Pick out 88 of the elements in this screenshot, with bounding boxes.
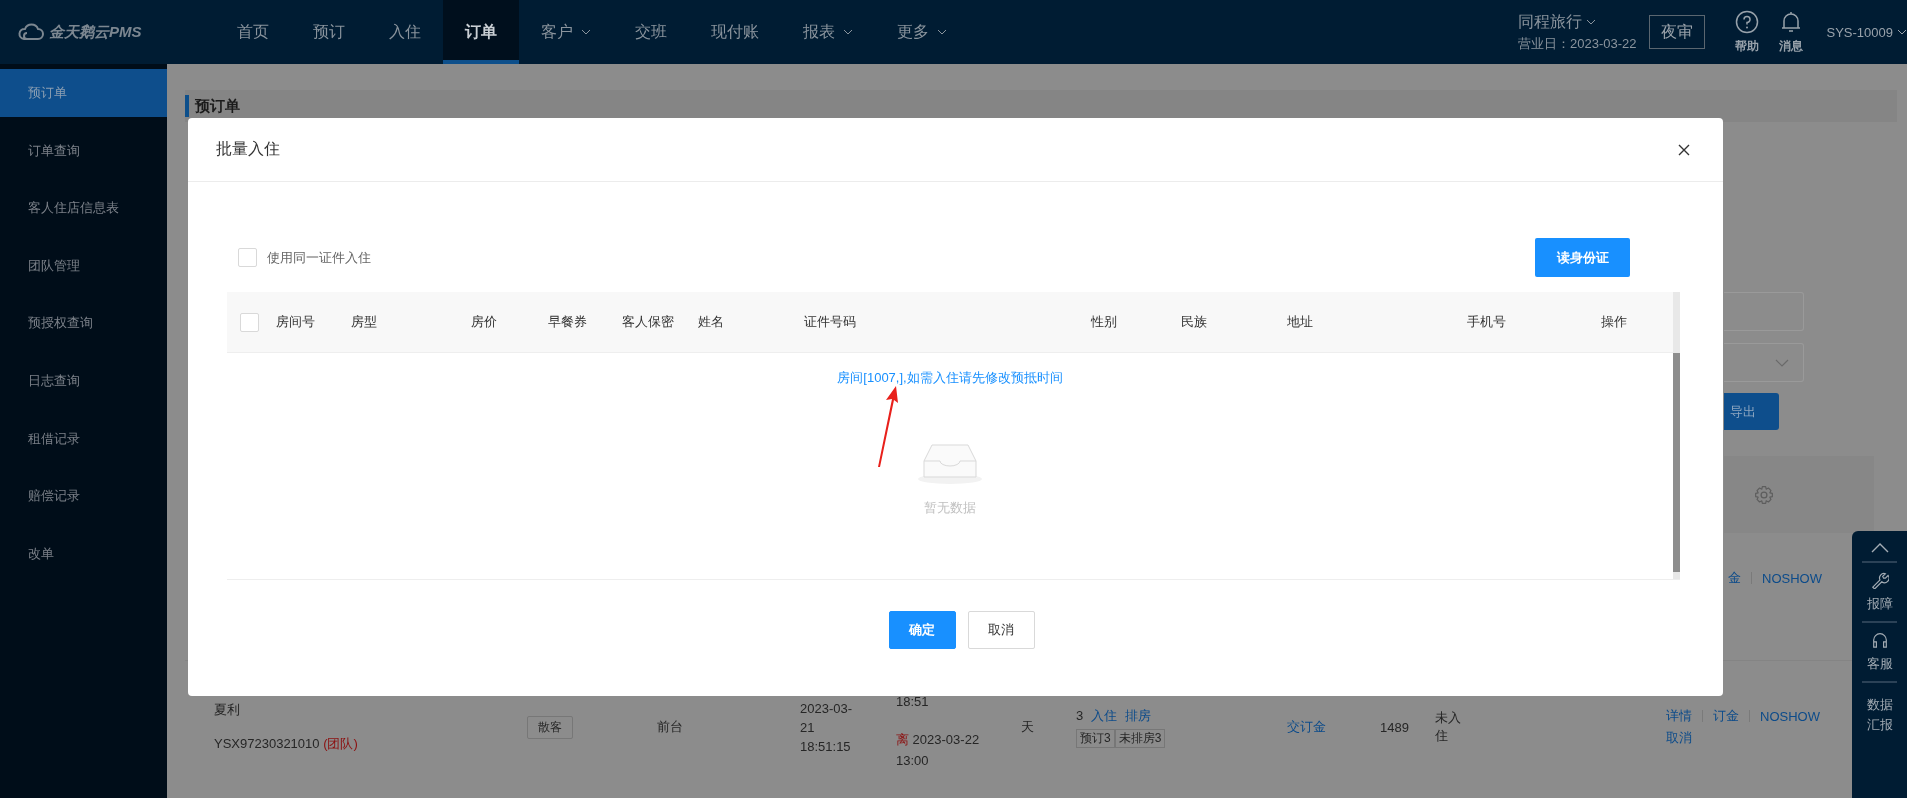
hotel-dropdown[interactable]: 同程旅行 — [1518, 11, 1596, 33]
sidebar-item[interactable]: 客人住店信息表 — [0, 184, 167, 233]
sidebar-item[interactable]: 改单 — [0, 529, 167, 578]
warning-message: 房间[1007,],如需入住请先修改预抵时间 — [837, 369, 1063, 387]
row-action-link[interactable]: 金 — [1728, 569, 1741, 587]
select-all-checkbox[interactable] — [240, 312, 259, 332]
guest-name: 夏利 — [214, 701, 240, 719]
business-date: 营业日：2023-03-22 — [1518, 34, 1637, 53]
cancel-button[interactable]: 取消 — [967, 611, 1035, 649]
export-button[interactable]: 导出 — [1724, 393, 1779, 430]
cloud-logo-icon — [17, 23, 45, 41]
nav-tab[interactable]: 更多 — [875, 0, 969, 64]
room-action-link[interactable]: 入住 — [1091, 706, 1118, 725]
dialog-title: 批量入住 — [216, 139, 280, 159]
checkbox[interactable] — [238, 248, 257, 267]
nav-tab[interactable]: 首页 — [215, 0, 291, 64]
sidebar-item[interactable]: 团队管理 — [0, 241, 167, 290]
created-time: 2023-03- — [800, 700, 853, 716]
help-icon — [1734, 9, 1759, 34]
logo-text: 金天鹅云PMS — [49, 22, 142, 42]
confirm-button[interactable]: 确定 — [888, 611, 956, 649]
sidebar-item[interactable]: 日志查询 — [0, 356, 167, 405]
order-number: YSX97230321010 (团队) — [214, 735, 358, 753]
nav-tab[interactable]: 客户 — [519, 0, 613, 64]
sidebar-item[interactable]: 预订单 — [0, 69, 167, 117]
sidebar-item[interactable]: 租借记录 — [0, 414, 167, 463]
chevron-down-icon — [1586, 19, 1596, 25]
column-header: 房型 — [351, 313, 378, 331]
cancel-link[interactable]: 取消 — [1666, 729, 1692, 747]
column-header: 证件号码 — [804, 313, 857, 331]
nav-tab[interactable]: 报表 — [781, 0, 875, 64]
nav-tab[interactable]: 预订 — [291, 0, 367, 64]
column-header: 民族 — [1181, 313, 1208, 331]
nights-text: 天 — [1021, 718, 1034, 736]
night-audit-button[interactable]: 夜审 — [1648, 15, 1705, 49]
messages-button[interactable]: 消息 — [1778, 9, 1803, 55]
column-header: 房间号 — [276, 313, 316, 331]
departure-time: 离 2023-03-22 — [896, 731, 980, 749]
column-header: 手机号 — [1467, 313, 1507, 331]
filter-select[interactable] — [1724, 343, 1804, 382]
sidebar-item[interactable]: 订单查询 — [0, 126, 167, 175]
close-icon[interactable] — [1678, 143, 1690, 156]
source-text: 前台 — [657, 718, 683, 736]
report-issue-button[interactable]: 报障 — [1866, 567, 1893, 617]
column-header: 地址 — [1287, 313, 1314, 331]
column-header: 姓名 — [698, 313, 725, 331]
row-action-link[interactable]: 详情 — [1666, 707, 1692, 725]
row-action-link[interactable]: NOSHOW — [1760, 708, 1820, 724]
room-status-tag: 未排房3 — [1114, 728, 1166, 748]
nav-tab[interactable]: 现付账 — [689, 0, 781, 64]
help-button[interactable]: 帮助 — [1734, 9, 1759, 55]
data-report-button[interactable]: 数据汇报 — [1865, 687, 1894, 738]
arrival-time: 18:51 — [896, 694, 929, 709]
room-action-link[interactable]: 排房 — [1125, 706, 1152, 725]
wrench-icon — [1870, 571, 1889, 589]
column-header: 操作 — [1601, 313, 1628, 331]
customer-service-button[interactable]: 客服 — [1866, 627, 1893, 677]
column-header: 早餐券 — [548, 313, 588, 331]
sidebar-item[interactable]: 赔偿记录 — [0, 472, 167, 521]
departure-time: 13:00 — [896, 753, 929, 768]
settings-icon[interactable] — [1754, 484, 1774, 505]
status-text: 未入住 — [1435, 709, 1462, 745]
room-count: 3 — [1076, 708, 1084, 723]
amount-text: 1489 — [1380, 719, 1409, 735]
read-id-card-button[interactable]: 读身份证 — [1535, 238, 1630, 277]
guest-type-tag: 散客 — [527, 715, 573, 739]
checkbox-label: 使用同一证件入住 — [267, 248, 371, 267]
column-header: 客人保密 — [622, 313, 675, 331]
chevron-down-icon — [1897, 29, 1907, 35]
column-header: 性别 — [1091, 313, 1118, 331]
room-status-tag: 预订3 — [1076, 728, 1115, 748]
column-header: 房价 — [471, 313, 498, 331]
nav-tab[interactable]: 交班 — [613, 0, 689, 64]
sidebar-item[interactable]: 预授权查询 — [0, 299, 167, 348]
headset-icon — [1870, 631, 1889, 649]
search-input[interactable] — [1724, 292, 1804, 331]
user-menu[interactable]: SYS-10009 — [1826, 24, 1907, 40]
chevron-up-icon — [1870, 543, 1889, 553]
scrollbar[interactable] — [1673, 292, 1680, 579]
empty-state-text: 暂无数据 — [924, 499, 976, 517]
row-action-link[interactable]: 订金 — [1713, 707, 1739, 725]
created-time: 18:51:15 — [800, 738, 851, 754]
nav-tab[interactable]: 订单 — [443, 0, 519, 64]
nav-tab[interactable]: 入住 — [367, 0, 443, 64]
row-action-link[interactable]: NOSHOW — [1762, 570, 1822, 586]
created-time: 21 — [800, 719, 815, 735]
deposit-link[interactable]: 交订金 — [1287, 718, 1326, 736]
chevron-down-icon — [1775, 358, 1789, 367]
